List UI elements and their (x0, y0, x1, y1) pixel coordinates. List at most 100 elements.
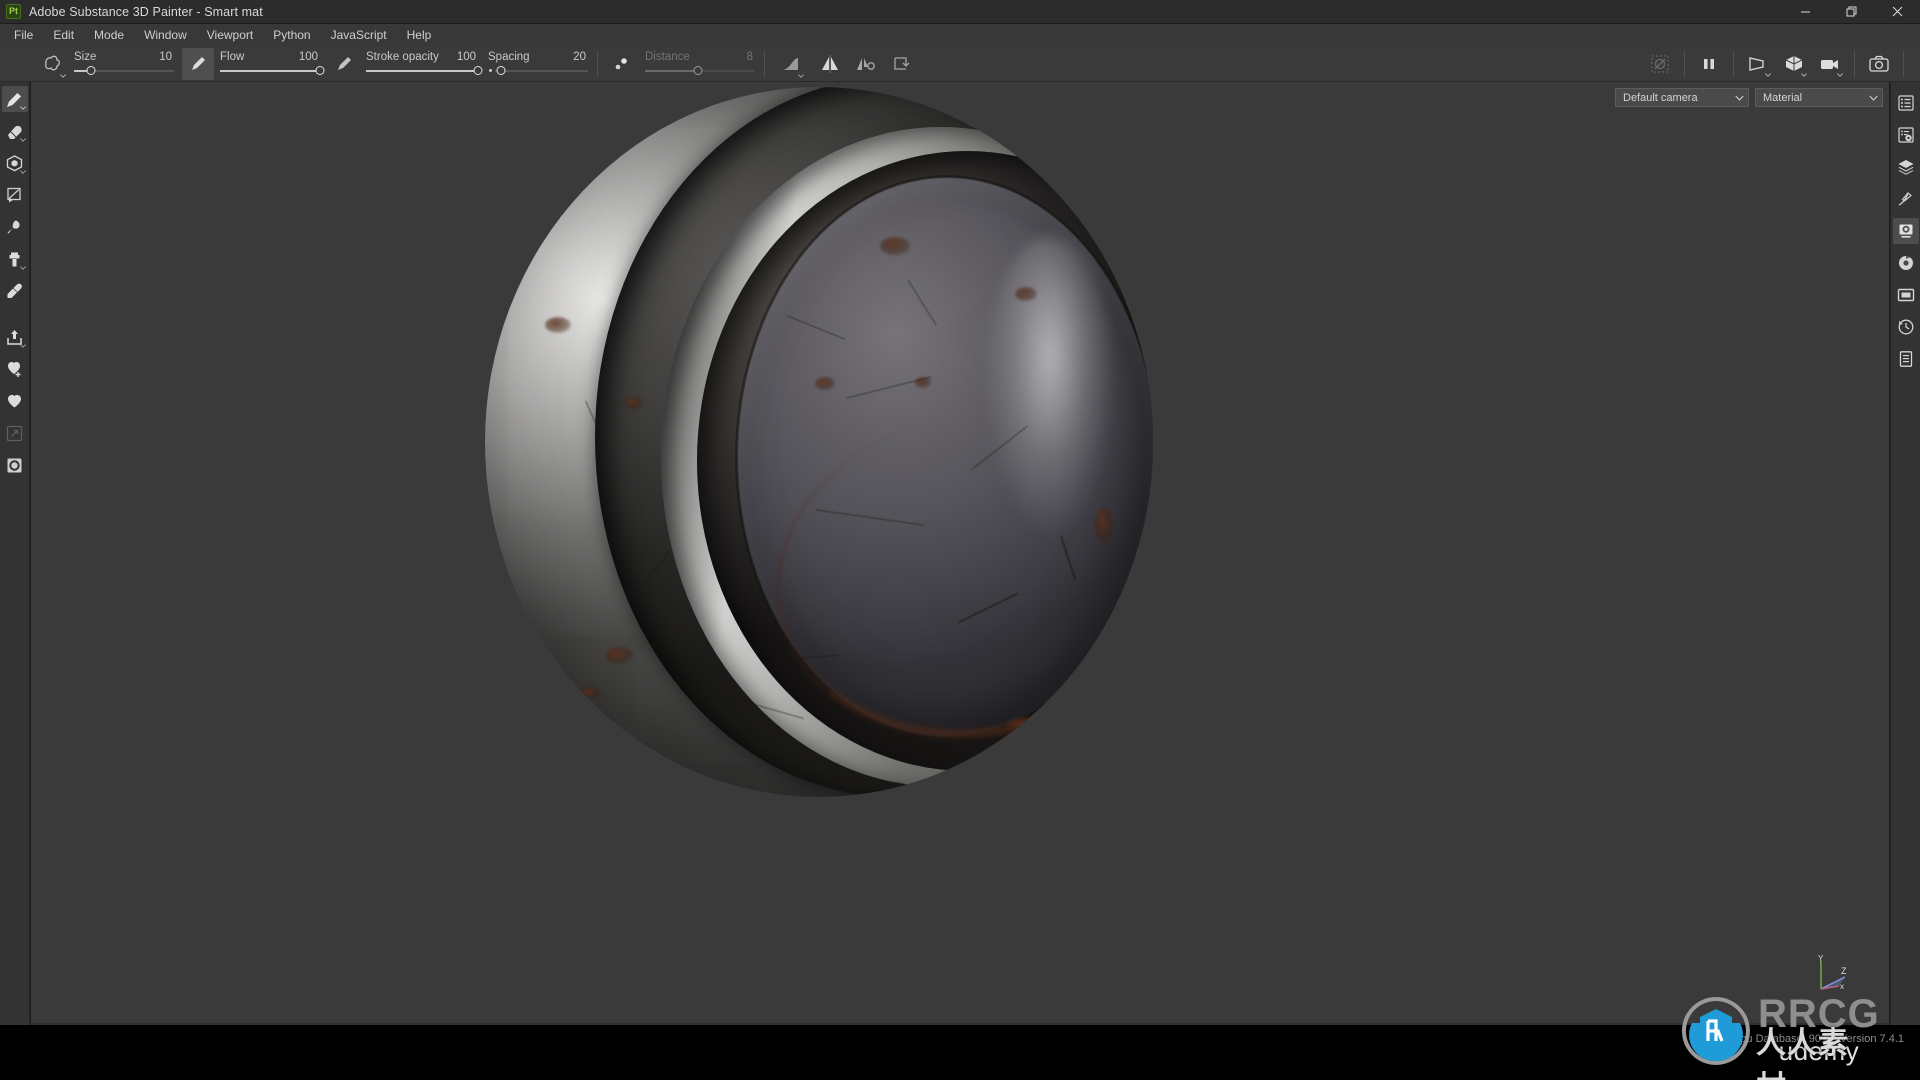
texture-set-list-panel[interactable] (1893, 90, 1919, 116)
menu-viewport[interactable]: Viewport (197, 25, 263, 45)
symmetry-settings-icon[interactable] (850, 48, 882, 80)
log-panel[interactable] (1893, 346, 1919, 372)
param-stroke-opacity-slider[interactable] (366, 64, 483, 78)
render-button[interactable] (2, 452, 28, 478)
bake-button[interactable] (2, 420, 28, 446)
param-flow[interactable]: Flow 100 (220, 46, 325, 82)
menu-window[interactable]: Window (134, 25, 197, 45)
chevron-down-icon (1801, 72, 1807, 77)
slider-fill (220, 70, 320, 72)
uv-projection-icon[interactable] (886, 48, 918, 80)
smudge-tool[interactable] (2, 214, 28, 240)
layers-panel[interactable] (1893, 154, 1919, 180)
export-layer-button[interactable] (2, 324, 28, 350)
toolbar-right-group (1642, 46, 1920, 82)
3d-view-icon[interactable] (1779, 49, 1809, 79)
left-tool-rail (0, 82, 30, 1080)
distance-dots-icon[interactable] (607, 48, 639, 80)
shader-settings-panel[interactable] (1893, 250, 1919, 276)
rust-spot (1015, 287, 1037, 301)
status-text: Cpu/Gpu Database: 90% | Version 7.4.1 (1708, 1033, 1904, 1045)
title-bar: Pt Adobe Substance 3D Painter - Smart ma… (0, 0, 1920, 24)
slider-track (495, 70, 588, 72)
pause-render-icon[interactable] (1694, 49, 1724, 79)
material-preview-render[interactable] (31, 82, 1889, 1025)
channel-select-label: Material (1763, 91, 1803, 104)
viewport-3d[interactable]: Default camera Material Y Z x (31, 82, 1889, 1025)
chevron-down-icon (798, 73, 804, 78)
rust-spot (580, 687, 600, 699)
menu-edit[interactable]: Edit (43, 25, 84, 45)
param-distance[interactable]: Distance 8 (645, 46, 755, 82)
brush-properties-panel[interactable] (1893, 186, 1919, 212)
param-flow-value: 100 (298, 51, 318, 63)
chevron-down-icon (1721, 95, 1744, 101)
gizmo-z-label: Z (1841, 966, 1847, 976)
right-dock-rail (1890, 82, 1920, 1080)
param-spacing-slider[interactable] (488, 64, 588, 78)
chevron-down-icon (60, 73, 66, 78)
param-spacing[interactable]: Spacing 20 (488, 46, 588, 82)
properties-panel[interactable] (1892, 218, 1919, 244)
slider-knob[interactable] (473, 66, 483, 75)
clone-tool[interactable] (2, 246, 28, 272)
chevron-down-icon (19, 266, 26, 270)
slider-knob[interactable] (315, 66, 325, 75)
menu-python[interactable]: Python (263, 25, 320, 45)
falloff-curve-icon[interactable] (774, 48, 806, 80)
projection-tool[interactable] (2, 150, 28, 176)
material-button[interactable] (2, 388, 28, 414)
minimize-icon[interactable] (1782, 0, 1828, 24)
param-size-value: 10 (159, 51, 172, 63)
rail-group-divider (14, 310, 15, 324)
param-size-label: Size (74, 51, 97, 63)
param-stroke-opacity-value: 100 (456, 51, 476, 63)
add-smart-material[interactable] (2, 356, 28, 382)
menu-javascript[interactable]: JavaScript (321, 25, 397, 45)
status-bar: Cpu/Gpu Database: 90% | Version 7.4.1 (0, 1025, 1920, 1080)
paint-brush-tool[interactable] (1, 86, 28, 112)
slider-knob[interactable] (86, 66, 96, 75)
param-distance-value: 8 (746, 51, 753, 63)
close-icon[interactable] (1874, 0, 1920, 24)
param-size[interactable]: Size 10 (74, 46, 174, 82)
stroke-opacity-brush-icon[interactable] (328, 48, 360, 80)
hide-mesh-icon[interactable] (1645, 49, 1675, 79)
toolbar-left-spacer (0, 46, 36, 82)
rust-spot (1005, 717, 1045, 733)
history-panel[interactable] (1893, 314, 1919, 340)
param-distance-slider[interactable] (645, 64, 755, 78)
menu-help[interactable]: Help (397, 25, 442, 45)
material-picker-tool[interactable] (2, 278, 28, 304)
param-size-slider[interactable] (74, 64, 174, 78)
screenshot-icon[interactable] (1864, 49, 1894, 79)
toolbar-divider-4 (1733, 50, 1734, 77)
camera-select[interactable]: Default camera (1615, 88, 1749, 107)
menu-file[interactable]: File (4, 25, 43, 45)
chevron-down-icon (19, 344, 26, 348)
param-distance-label: Distance (645, 51, 690, 63)
menu-bar: File Edit Mode Window Viewport Python Ja… (0, 24, 1920, 46)
eraser-tool[interactable] (2, 118, 28, 144)
param-stroke-opacity-label: Stroke opacity (366, 51, 439, 63)
chevron-down-icon (1765, 72, 1771, 77)
camera-view-icon[interactable] (1743, 49, 1773, 79)
2d-view-icon[interactable] (1815, 49, 1845, 79)
viewport-top-controls: Default camera Material (1609, 88, 1883, 107)
param-stroke-opacity[interactable]: Stroke opacity 100 (366, 46, 483, 82)
param-flow-slider[interactable] (220, 64, 325, 78)
menu-mode[interactable]: Mode (84, 25, 134, 45)
flow-brush-icon[interactable] (182, 47, 214, 80)
slider-knob[interactable] (693, 66, 703, 75)
chevron-down-icon (19, 170, 26, 174)
slider-knob[interactable] (496, 66, 506, 75)
brush-alpha-shape-icon[interactable] (36, 48, 68, 80)
polygon-fill-tool[interactable] (2, 182, 28, 208)
display-settings-panel[interactable] (1893, 282, 1919, 308)
symmetry-icon[interactable] (814, 48, 846, 80)
brush-toolbar: Size 10 Flow 100 Stroke opacity 100 Spac… (0, 46, 1920, 82)
channel-select[interactable]: Material (1755, 88, 1883, 107)
restore-icon[interactable] (1828, 0, 1874, 24)
texture-set-settings-panel[interactable] (1893, 122, 1919, 148)
rust-spot (815, 377, 835, 390)
